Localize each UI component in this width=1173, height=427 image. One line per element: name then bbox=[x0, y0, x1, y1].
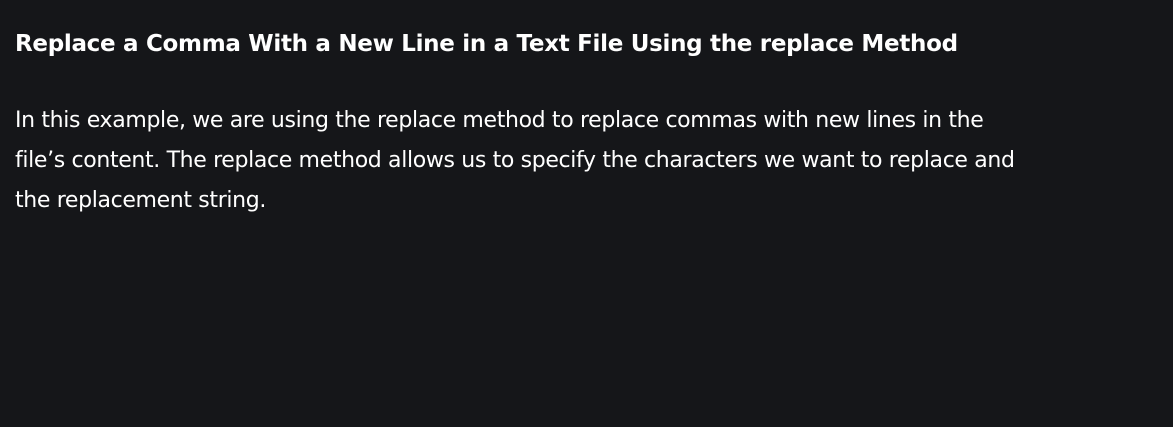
article-section: Replace a Comma With a New Line in a Tex… bbox=[0, 0, 1173, 427]
section-heading: Replace a Comma With a New Line in a Tex… bbox=[15, 31, 958, 57]
section-paragraph: In this example, we are using the replac… bbox=[15, 108, 1015, 213]
